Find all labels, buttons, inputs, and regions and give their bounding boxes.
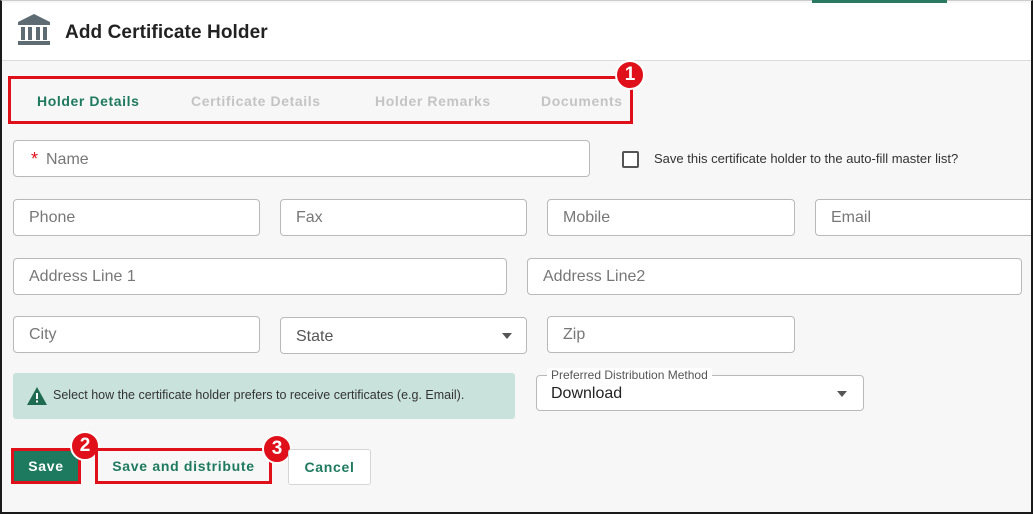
distribution-method-value: Download: [551, 385, 623, 402]
zip-input[interactable]: [548, 317, 794, 352]
distribution-info-alert: Select how the certificate holder prefer…: [13, 373, 515, 419]
state-select-label: State: [296, 328, 334, 345]
tab-holder-remarks[interactable]: Holder Remarks: [375, 93, 491, 109]
tab-documents[interactable]: Documents: [541, 93, 623, 109]
save-and-distribute-button[interactable]: Save and distribute: [95, 448, 272, 484]
autofill-checkbox-label: Save this certificate holder to the auto…: [654, 151, 959, 166]
autofill-checkbox[interactable]: [622, 151, 639, 168]
city-input[interactable]: [14, 317, 259, 352]
email-field[interactable]: [815, 199, 1031, 236]
distribution-method-legend: Preferred Distribution Method: [547, 368, 712, 382]
chevron-down-icon: [502, 333, 512, 339]
address-line-2-field[interactable]: [527, 258, 1022, 295]
phone-input[interactable]: [14, 200, 259, 235]
warning-icon: [27, 387, 47, 405]
phone-field[interactable]: [13, 199, 260, 236]
chevron-down-icon: [837, 391, 847, 397]
city-field[interactable]: [13, 316, 260, 353]
address-line-2-input[interactable]: [528, 259, 1021, 294]
address-line-1-input[interactable]: [14, 259, 506, 294]
mobile-input[interactable]: [548, 200, 794, 235]
fax-input[interactable]: [281, 200, 526, 235]
email-input[interactable]: [816, 200, 1031, 235]
cancel-button[interactable]: Cancel: [288, 449, 371, 485]
distribution-method-select[interactable]: Preferred Distribution Method Download: [536, 368, 864, 411]
tab-certificate-details[interactable]: Certificate Details: [191, 93, 321, 109]
mobile-field[interactable]: [547, 199, 795, 236]
required-asterisk: *: [31, 149, 39, 169]
save-button[interactable]: Save: [11, 448, 81, 484]
dialog-title: Add Certificate Holder: [65, 22, 268, 43]
state-select[interactable]: State: [280, 317, 527, 354]
fax-field[interactable]: [280, 199, 527, 236]
name-label: Name: [46, 151, 89, 168]
callout-badge-1: 1: [615, 60, 645, 90]
tab-holder-details[interactable]: Holder Details: [37, 93, 140, 109]
bank-icon: [18, 14, 50, 45]
address-line-1-field[interactable]: [13, 258, 507, 295]
name-field[interactable]: * Name: [13, 140, 590, 177]
tab-bar: Holder Details Certificate Details Holde…: [8, 76, 633, 124]
alert-text: Select how the certificate holder prefer…: [53, 388, 465, 402]
zip-field[interactable]: [547, 316, 795, 353]
dialog-header: Add Certificate Holder: [2, 3, 1031, 61]
